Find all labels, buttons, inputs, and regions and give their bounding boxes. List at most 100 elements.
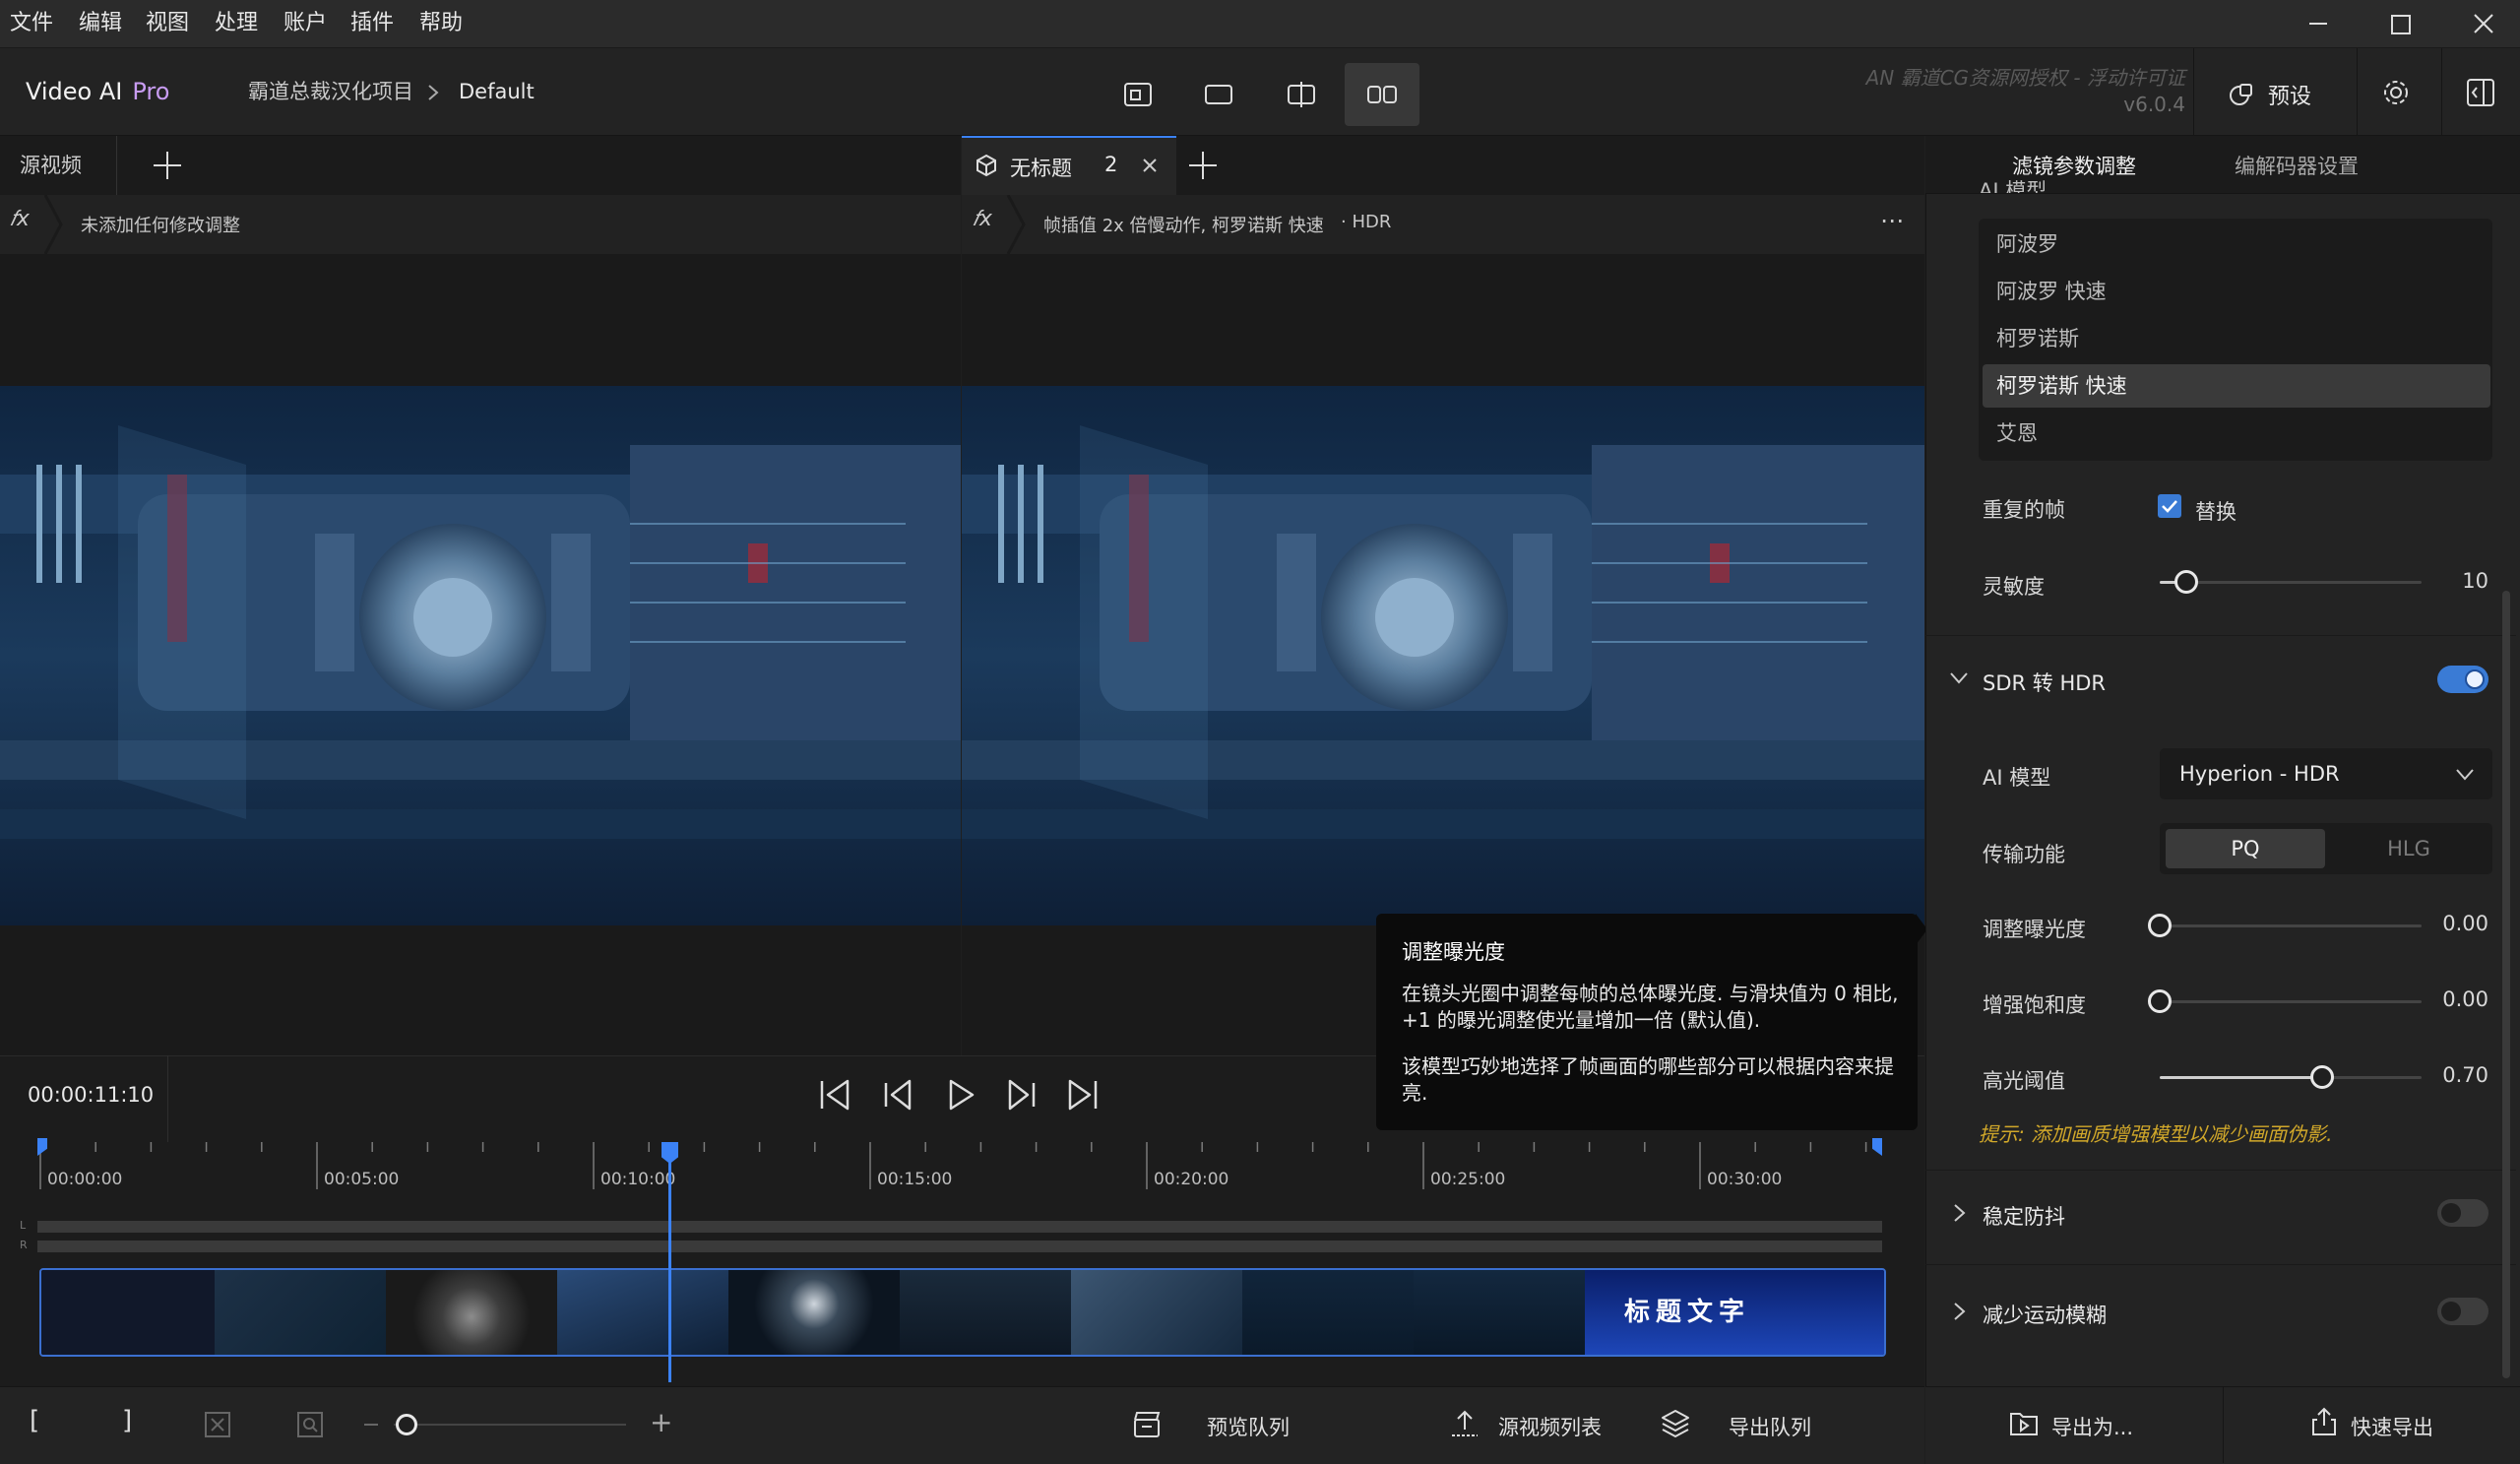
layout-side-by-side-button[interactable] <box>1345 63 1419 126</box>
play-button[interactable] <box>943 1077 978 1116</box>
sdr-hdr-section-title[interactable]: SDR 转 HDR <box>1983 668 2106 697</box>
highlight-threshold-knob[interactable] <box>2309 1065 2334 1089</box>
export-as-label[interactable]: 导出为... <box>2051 1412 2133 1441</box>
add-tab-button-right[interactable] <box>1187 150 1219 185</box>
export-as-button[interactable] <box>2008 1408 2040 1441</box>
skip-to-end-icon <box>1068 1079 1098 1111</box>
breadcrumb-current[interactable]: Default <box>459 48 535 135</box>
source-video-frame <box>0 386 961 925</box>
more-options-icon[interactable]: ⋯ <box>1880 207 1905 234</box>
zoom-in-icon[interactable]: + <box>650 1406 672 1438</box>
model-option[interactable]: 艾恩 <box>1996 412 2477 455</box>
layout-single-crop-button[interactable] <box>1101 63 1175 126</box>
audio-track-right <box>37 1241 1882 1252</box>
toggle-panel-button[interactable] <box>2465 77 2496 112</box>
chevron-right-icon[interactable] <box>1953 1302 1967 1321</box>
next-frame-button[interactable] <box>1004 1077 1040 1116</box>
quick-export-label[interactable]: 快速导出 <box>2351 1412 2433 1441</box>
timeline-zoom-track[interactable] <box>394 1424 626 1426</box>
minimize-icon <box>2309 23 2327 25</box>
chevron-right-icon[interactable] <box>1953 1203 1967 1223</box>
settings-button[interactable] <box>2380 77 2412 112</box>
export-queue-label[interactable]: 导出队列 <box>1729 1412 1811 1441</box>
sensitivity-knob[interactable] <box>2174 570 2198 594</box>
crop-view-icon <box>1124 83 1152 106</box>
minimize-button[interactable] <box>2288 4 2347 43</box>
source-list-label[interactable]: 源视频列表 <box>1498 1412 1602 1441</box>
menu-file[interactable]: 文件 <box>10 0 53 47</box>
go-to-end-button[interactable] <box>1065 1077 1101 1116</box>
chevron-down-icon <box>2456 769 2474 781</box>
layout-single-button[interactable] <box>1181 63 1256 126</box>
dup-frames-label: 重复的帧 <box>1983 498 2065 522</box>
export-queue-button[interactable] <box>1660 1408 1691 1443</box>
tab-codec-settings[interactable]: 编解码器设置 <box>2235 151 2359 180</box>
sensitivity-slider[interactable] <box>2160 581 2422 584</box>
preset-label: 预设 <box>2268 85 2312 109</box>
model-option-selected[interactable]: 柯罗诺斯 快速 <box>1983 364 2490 408</box>
transfer-option-pq[interactable]: PQ <box>2166 829 2325 868</box>
chevron-down-icon[interactable] <box>1949 671 1969 685</box>
channel-label-right: R <box>20 1239 28 1251</box>
playhead[interactable] <box>668 1146 671 1382</box>
transfer-function-label: 传输功能 <box>1983 843 2065 866</box>
breadcrumb-project[interactable]: 霸道总裁汉化项目 <box>248 48 413 135</box>
upload-icon <box>1452 1410 1478 1436</box>
model-option[interactable]: 阿波罗 快速 <box>1996 270 2477 313</box>
model-option[interactable]: 阿波罗 <box>1996 223 2477 266</box>
set-in-point-button[interactable]: [ <box>30 1406 39 1435</box>
quick-export-button[interactable] <box>2309 1406 2339 1441</box>
maximize-button[interactable] <box>2370 4 2429 43</box>
stabilize-toggle[interactable] <box>2437 1199 2488 1227</box>
go-to-start-button[interactable] <box>817 1077 852 1116</box>
close-window-button[interactable] <box>2453 4 2512 43</box>
previous-frame-button[interactable] <box>880 1077 915 1116</box>
motion-blur-section-title[interactable]: 减少运动模糊 <box>1983 1300 2107 1329</box>
settings-scrollbar[interactable] <box>2502 591 2510 1378</box>
preview-queue-label[interactable]: 预览队列 <box>1207 1412 1290 1441</box>
license-watermark: AN 霸道CG资源网授权 - 浮动许可证 <box>1865 66 2185 90</box>
source-list-button[interactable] <box>1449 1408 1480 1443</box>
layers-icon <box>1662 1410 1689 1438</box>
exposure-knob[interactable] <box>2148 914 2172 937</box>
stabilize-section-title[interactable]: 稳定防抖 <box>1983 1201 2065 1231</box>
video-thumbnail-strip[interactable]: 标题文字 <box>39 1268 1886 1357</box>
preview-queue-button[interactable] <box>1132 1410 1162 1443</box>
saturation-slider[interactable] <box>2160 1000 2422 1003</box>
saturation-knob[interactable] <box>2148 989 2172 1013</box>
replace-checkbox-label[interactable]: 替换 <box>2195 496 2236 526</box>
tab-source-video[interactable]: 源视频 <box>20 150 82 179</box>
model-option-label: 阿波罗 <box>1996 232 2058 256</box>
sdr-hdr-toggle[interactable] <box>2437 666 2488 693</box>
layout-split-button[interactable] <box>1264 63 1339 126</box>
exposure-slider[interactable] <box>2160 924 2422 927</box>
plus-icon <box>1189 152 1217 179</box>
ruler-label: 00:15:00 <box>877 1170 953 1189</box>
timeline-zoom-knob[interactable] <box>396 1414 417 1435</box>
menu-view[interactable]: 视图 <box>146 0 189 47</box>
menu-process[interactable]: 处理 <box>215 0 258 47</box>
exposure-label: 调整曝光度 <box>1983 918 2086 941</box>
thumbnail <box>1071 1270 1242 1355</box>
tab-untitled-label: 无标题 <box>1010 157 1072 180</box>
replace-checkbox[interactable] <box>2158 494 2181 518</box>
preset-button[interactable]: 预设 <box>2227 71 2311 118</box>
processed-video-frame <box>962 386 1924 925</box>
model-option[interactable]: 柯罗诺斯 <box>1996 317 2477 360</box>
menu-help[interactable]: 帮助 <box>419 0 463 47</box>
clear-range-button[interactable] <box>203 1410 232 1443</box>
ai-model-value: Hyperion - HDR <box>2179 762 2340 786</box>
transfer-option-hlg[interactable]: HLG <box>2329 829 2488 868</box>
set-out-point-button[interactable]: ] <box>122 1406 132 1435</box>
zoom-to-range-button[interactable] <box>295 1410 325 1443</box>
add-tab-button-left[interactable] <box>152 150 183 185</box>
close-tab-icon[interactable] <box>1140 156 1160 175</box>
zoom-out-icon[interactable] <box>364 1424 378 1426</box>
checkmark-icon <box>2162 500 2177 513</box>
chevron-right-icon <box>428 85 439 100</box>
menu-account[interactable]: 账户 <box>284 0 327 47</box>
motion-blur-toggle[interactable] <box>2437 1298 2488 1325</box>
ruler-label: 00:05:00 <box>324 1170 400 1189</box>
menu-edit[interactable]: 编辑 <box>79 0 122 47</box>
menu-plugins[interactable]: 插件 <box>350 0 394 47</box>
